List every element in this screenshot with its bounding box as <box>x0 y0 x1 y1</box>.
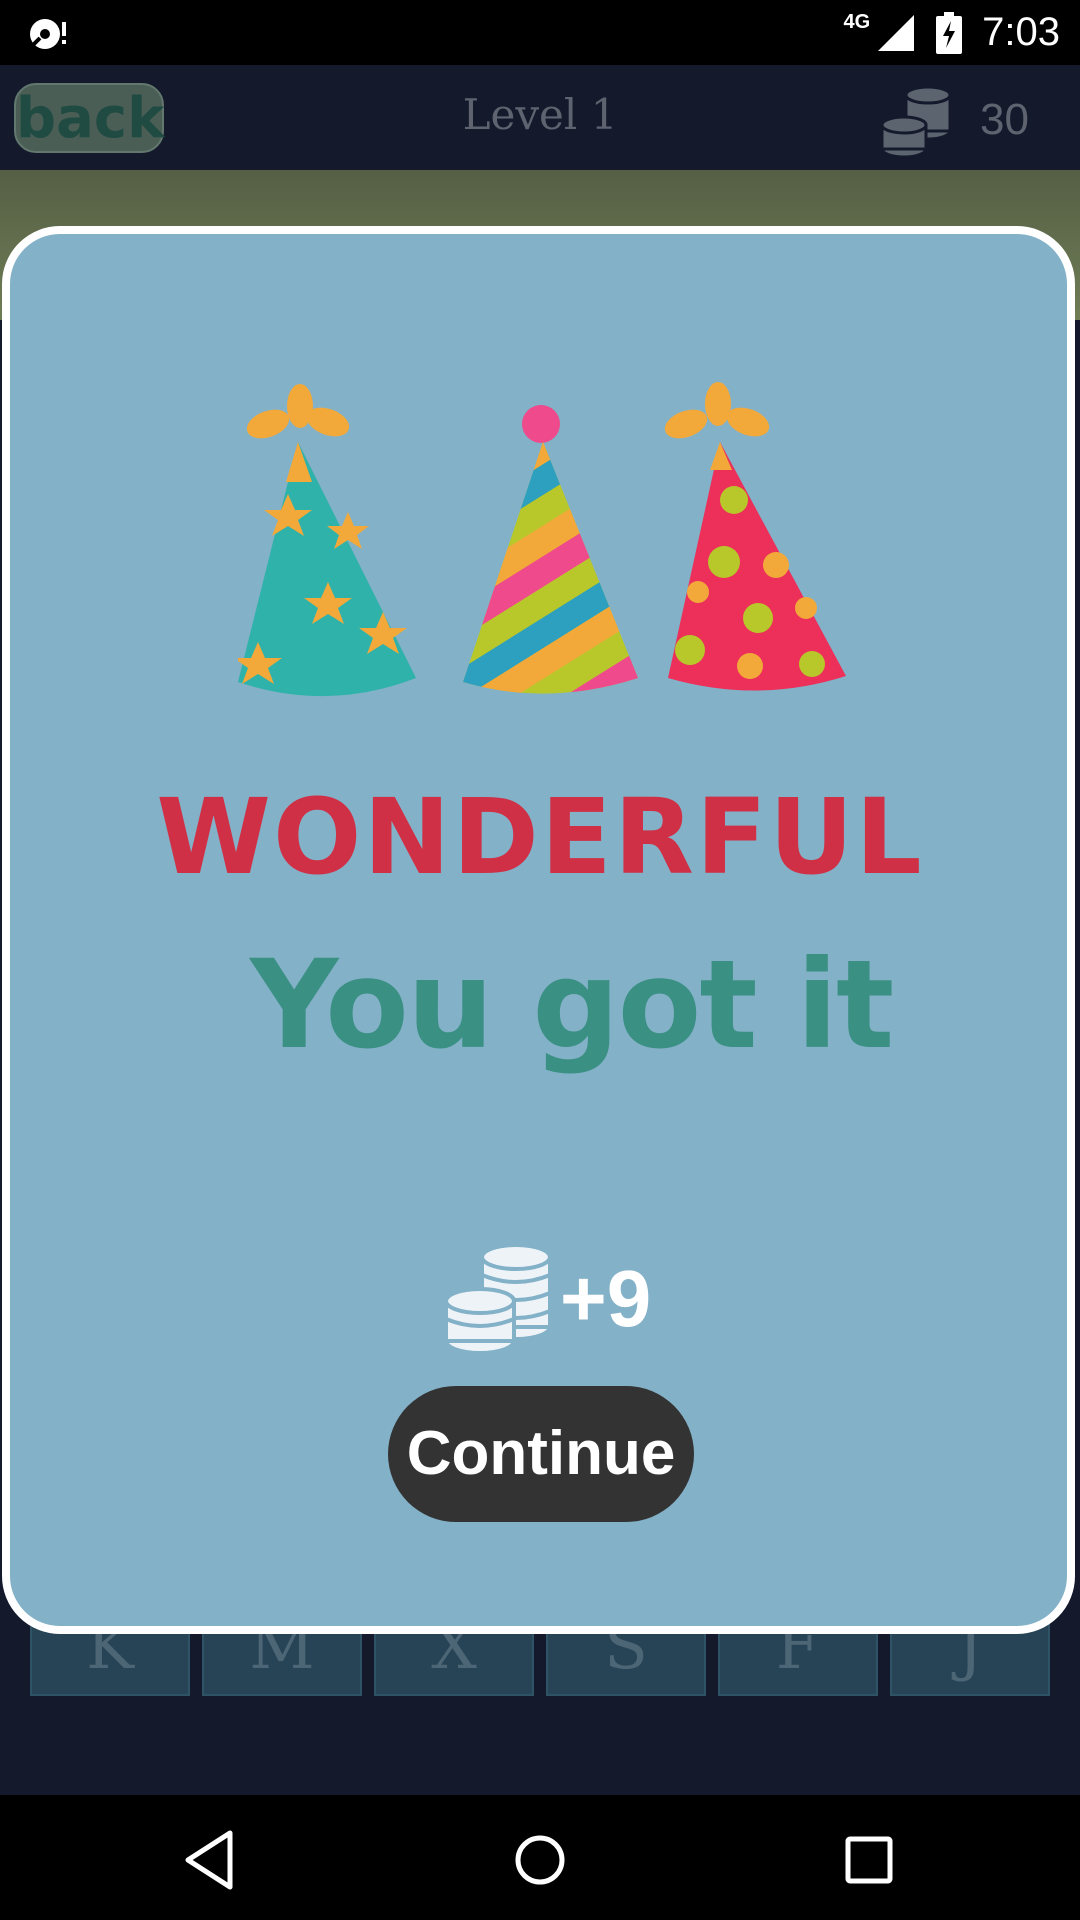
continue-button[interactable]: Continue <box>388 1386 694 1522</box>
app-header: back Level 1 30 <box>0 65 1080 170</box>
signal-icon <box>878 14 915 51</box>
back-nav-icon[interactable] <box>176 1825 246 1895</box>
reward: +9 <box>442 1239 651 1359</box>
navigation-bar <box>0 1795 1080 1920</box>
party-hats-illustration <box>238 382 846 697</box>
subline: You got it <box>250 934 894 1076</box>
coins-icon <box>880 85 952 157</box>
network-type-label: 4G <box>843 11 871 33</box>
party-hat-stars <box>238 384 416 697</box>
battery-charging-icon <box>936 11 963 54</box>
coin-count: 30 <box>980 95 1029 144</box>
reward-amount: +9 <box>560 1254 652 1343</box>
coins-icon <box>444 1243 552 1355</box>
status-bar: 4G 7:03 <box>0 0 1080 65</box>
home-nav-icon[interactable] <box>505 1825 575 1895</box>
success-dialog: WONDERFUL You got it +9 Continue <box>2 226 1075 1634</box>
clock: 7:03 <box>982 10 1060 54</box>
recents-nav-icon[interactable] <box>834 1825 904 1895</box>
party-hat-dots <box>664 382 846 691</box>
headline: WONDERFUL <box>156 776 924 898</box>
app-notification-icon <box>30 19 66 49</box>
